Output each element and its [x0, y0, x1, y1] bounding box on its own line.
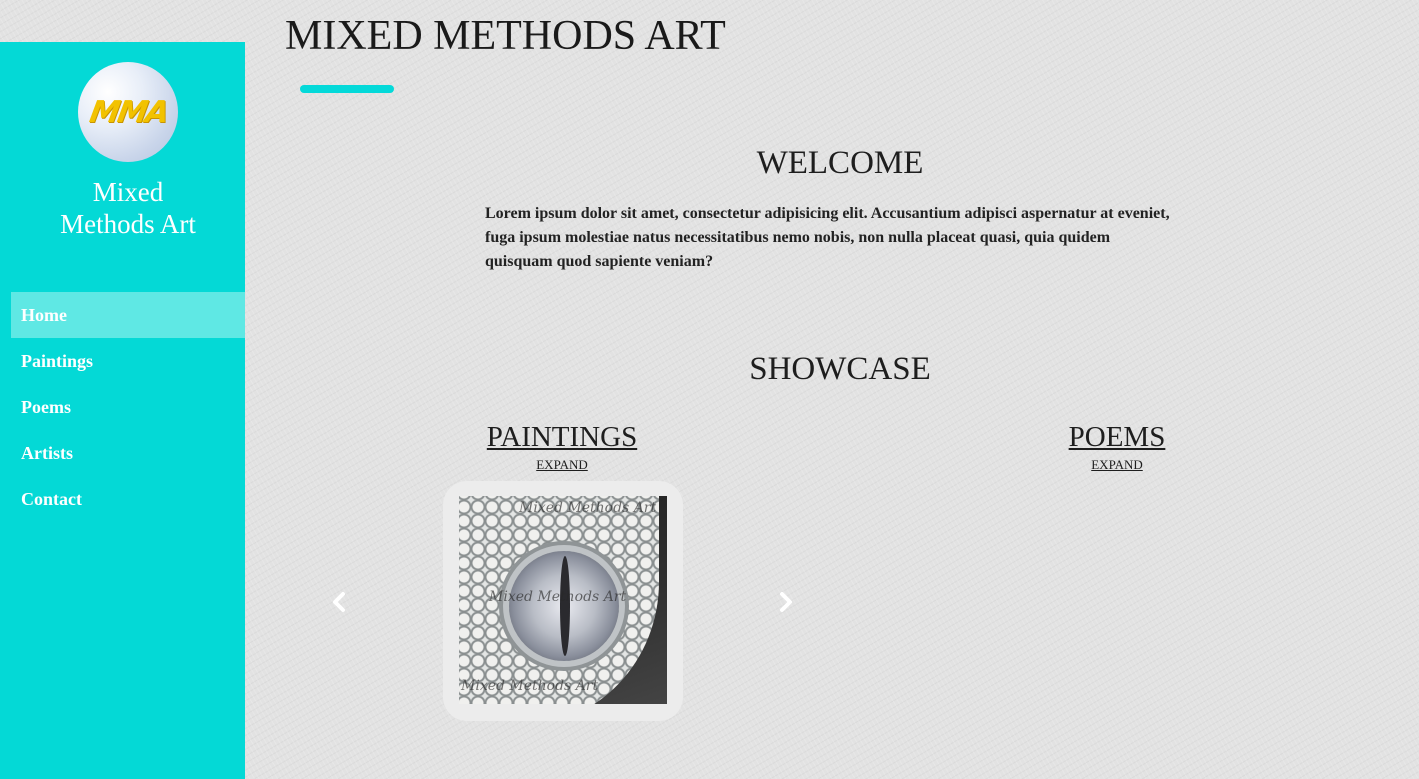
- chevron-right-icon: [780, 592, 792, 612]
- chevron-left-icon: [333, 592, 345, 612]
- sidebar: MMA Mixed Methods Art Home Paintings Poe…: [0, 42, 245, 779]
- sidebar-item-poems[interactable]: Poems: [11, 384, 245, 430]
- painting-watermark: Mixed Methods Art: [489, 589, 627, 605]
- logo[interactable]: MMA: [78, 62, 178, 162]
- brand-name: Mixed Methods Art: [0, 176, 256, 240]
- sidebar-nav: Home Paintings Poems Artists Contact: [11, 292, 245, 522]
- painting-watermark: Mixed Methods Art: [519, 500, 657, 516]
- sidebar-item-artists[interactable]: Artists: [11, 430, 245, 476]
- poems-link[interactable]: POEMS: [1042, 421, 1192, 454]
- brand-name-line2: Methods Art: [60, 209, 196, 239]
- painting-pupil: [560, 556, 570, 656]
- poems-expand-link[interactable]: EXPAND: [1067, 457, 1167, 473]
- painting-watermark: Mixed Methods Art: [461, 678, 599, 694]
- sidebar-item-paintings[interactable]: Paintings: [11, 338, 245, 384]
- welcome-heading: WELCOME: [756, 145, 924, 181]
- page-title: MIXED METHODS ART: [285, 13, 726, 59]
- title-underline: [300, 85, 394, 93]
- sidebar-item-home[interactable]: Home: [11, 292, 245, 338]
- paintings-link[interactable]: PAINTINGS: [462, 421, 662, 454]
- sidebar-item-contact[interactable]: Contact: [11, 476, 245, 522]
- carousel-prev-button[interactable]: [326, 585, 352, 619]
- welcome-text: Lorem ipsum dolor sit amet, consectetur …: [485, 205, 1170, 270]
- carousel-next-button[interactable]: [773, 585, 799, 619]
- showcase-heading: SHOWCASE: [749, 351, 931, 387]
- brand-name-line1: Mixed: [92, 177, 164, 207]
- painting-image[interactable]: Mixed Methods Art Mixed Methods Art Mixe…: [459, 496, 667, 704]
- logo-text: MMA: [86, 94, 170, 130]
- paintings-expand-link[interactable]: EXPAND: [512, 457, 612, 473]
